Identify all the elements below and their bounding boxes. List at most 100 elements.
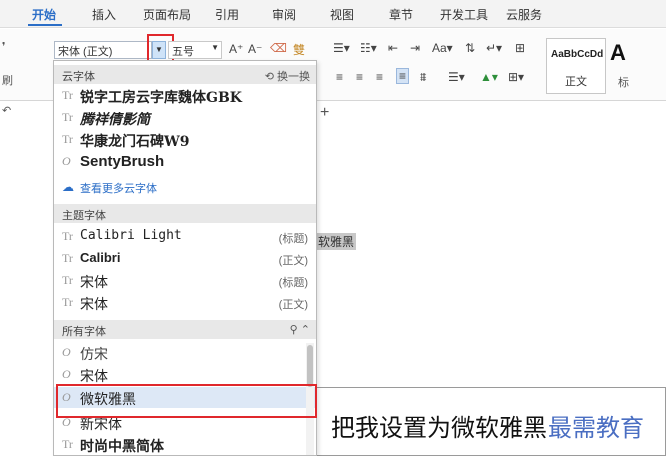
callout-text: 把我设置为微软雅黑	[331, 415, 547, 442]
line-spacing-icon[interactable]: ☰▾	[448, 70, 465, 84]
font-item-label: Calibri Light	[80, 228, 182, 243]
font-item-label: 宋体	[80, 368, 108, 384]
tab-insert[interactable]: 插入	[92, 6, 116, 23]
cloud-icon: ☁	[62, 180, 74, 194]
table-border-icon[interactable]: ⊞	[515, 41, 525, 55]
font-item-tag: (标题)	[278, 277, 308, 289]
font-item[interactable]: Tr 腾祥倩影简	[54, 107, 316, 128]
truetype-font-icon: Tr	[62, 229, 73, 243]
style-heading-label: 标	[618, 77, 629, 89]
highlight-box-selected-font	[56, 384, 317, 418]
truetype-font-icon: Tr	[62, 88, 73, 102]
tab-view[interactable]: 视图	[330, 6, 354, 23]
shrink-font-button[interactable]: A⁻	[248, 42, 262, 56]
font-item-label: 华康龙门石碑W9	[80, 134, 190, 150]
truetype-font-icon: Tr	[62, 251, 73, 265]
sort-icon[interactable]: ⇅	[465, 41, 475, 55]
show-marks-icon[interactable]: ↵▾	[486, 41, 502, 55]
truetype-font-icon: Tr	[62, 110, 73, 124]
justify-icon[interactable]: ≡	[396, 68, 410, 84]
phonetic-guide-icon[interactable]: 雙	[293, 41, 305, 58]
ribbon-tab-bar: 开始 插入 页面布局 引用 审阅 视图 章节 开发工具 云服务	[0, 0, 666, 28]
font-item[interactable]: O 宋体	[54, 364, 316, 385]
active-tab-indicator	[28, 24, 62, 26]
decrease-indent-icon[interactable]: ⇤	[388, 41, 398, 55]
format-painter-label: 刷	[2, 75, 13, 87]
numbering-icon[interactable]: ☷▾	[360, 41, 377, 55]
font-item-label: 仿宋	[80, 347, 108, 363]
switch-fonts-button[interactable]: ⟲ 换一换	[265, 68, 310, 84]
font-item[interactable]: O 仿宋	[54, 342, 316, 363]
style-sample-text: AaBbCcDd	[551, 49, 604, 60]
font-item-tag: (正文)	[278, 255, 308, 267]
font-item[interactable]: Tr 华康龙门石碑W9	[54, 129, 316, 150]
distributed-icon[interactable]: ⩩	[420, 70, 426, 85]
font-item[interactable]: Tr 宋体 (正文)	[54, 292, 316, 313]
truetype-font-icon: Tr	[62, 437, 73, 451]
all-fonts-header: 所有字体 ⚲ ⌃	[54, 320, 316, 339]
new-tab-plus-icon[interactable]: +	[320, 104, 329, 122]
font-name-combobox[interactable]: 宋体 (正文)	[54, 41, 152, 59]
style-normal-card[interactable]: AaBbCcDd 正文	[546, 38, 606, 94]
switch-fonts-label: 换一换	[277, 71, 310, 83]
more-cloud-fonts-label: 查看更多云字体	[80, 183, 157, 195]
font-item[interactable]: O SentyBrush	[54, 151, 316, 172]
truetype-font-icon: Tr	[62, 273, 73, 287]
style-heading-sample[interactable]: A	[610, 40, 626, 66]
shading-icon[interactable]: ▲▾	[480, 70, 498, 84]
theme-fonts-header: 主题字体	[54, 204, 316, 223]
font-item-label: 时尚中黑简体	[80, 438, 164, 454]
chevron-down-icon: ▼	[211, 43, 219, 52]
theme-fonts-title: 主题字体	[62, 210, 106, 222]
font-item-label: 宋体	[80, 274, 108, 290]
font-item-label: 锐字工房云字库魏体GBK	[80, 90, 242, 106]
cloud-fonts-header: 云字体 ⟲ 换一换	[54, 65, 316, 84]
font-size-combobox[interactable]: 五号 ▼	[168, 41, 222, 59]
collapse-section-button[interactable]: ⚲ ⌃	[290, 323, 310, 336]
font-size-value: 五号	[172, 46, 194, 58]
cloud-fonts-title: 云字体	[62, 71, 95, 83]
tab-cloud-service[interactable]: 云服务	[506, 6, 542, 23]
font-item-label: 宋体	[80, 296, 108, 312]
style-normal-label: 正文	[565, 76, 587, 88]
align-right-icon[interactable]: ≡	[376, 70, 383, 84]
font-item-label: 腾祥倩影简	[80, 111, 150, 127]
tab-developer[interactable]: 开发工具	[440, 6, 488, 23]
change-case-icon[interactable]: Aa▾	[432, 41, 453, 55]
font-item-tag: (正文)	[278, 299, 308, 311]
tab-review[interactable]: 审阅	[272, 6, 296, 23]
font-item[interactable]: Tr 锐字工房云字库魏体GBK	[54, 85, 316, 106]
watermark-logo: 最需教育	[548, 414, 644, 442]
clear-format-icon[interactable]: ⌫	[270, 41, 287, 55]
font-item-tag: (标题)	[278, 233, 308, 245]
tab-page-layout[interactable]: 页面布局	[143, 6, 191, 23]
align-center-icon[interactable]: ≡	[356, 70, 363, 84]
bullets-icon[interactable]: ☰▾	[333, 41, 350, 55]
borders-icon[interactable]: ⊞▾	[508, 70, 524, 84]
font-item[interactable]: Tr 时尚中黑简体	[54, 434, 316, 455]
selected-document-text[interactable]: 软雅黑	[316, 233, 357, 250]
font-item-label: Calibri	[80, 250, 121, 265]
font-item[interactable]: Tr Calibri Light (标题)	[54, 226, 316, 247]
tab-home[interactable]: 开始	[32, 6, 56, 23]
opentype-font-icon: O	[62, 367, 71, 381]
grow-font-button[interactable]: A⁺	[229, 42, 243, 56]
truetype-font-icon: Tr	[62, 132, 73, 146]
font-item-label: SentyBrush	[80, 153, 165, 170]
tab-references[interactable]: 引用	[215, 6, 239, 23]
dropdown-scrollbar-thumb[interactable]	[307, 345, 313, 387]
more-cloud-fonts-link[interactable]: ☁ 查看更多云字体	[54, 177, 316, 196]
undo-icon[interactable]: ↶	[2, 104, 11, 117]
truetype-font-icon: Tr	[62, 295, 73, 309]
font-item[interactable]: Tr 宋体 (标题)	[54, 270, 316, 291]
chevron-up-icon: ⌃	[300, 324, 310, 336]
pin-icon: ⚲	[289, 324, 301, 336]
opentype-font-icon: O	[62, 345, 71, 359]
format-painter-icon[interactable]: ❜	[2, 40, 6, 53]
all-fonts-title: 所有字体	[62, 326, 106, 338]
align-left-icon[interactable]: ≡	[336, 70, 343, 84]
opentype-font-icon: O	[62, 154, 71, 168]
font-item[interactable]: Tr Calibri (正文)	[54, 248, 316, 269]
increase-indent-icon[interactable]: ⇥	[410, 41, 420, 55]
tab-section[interactable]: 章节	[389, 6, 413, 23]
